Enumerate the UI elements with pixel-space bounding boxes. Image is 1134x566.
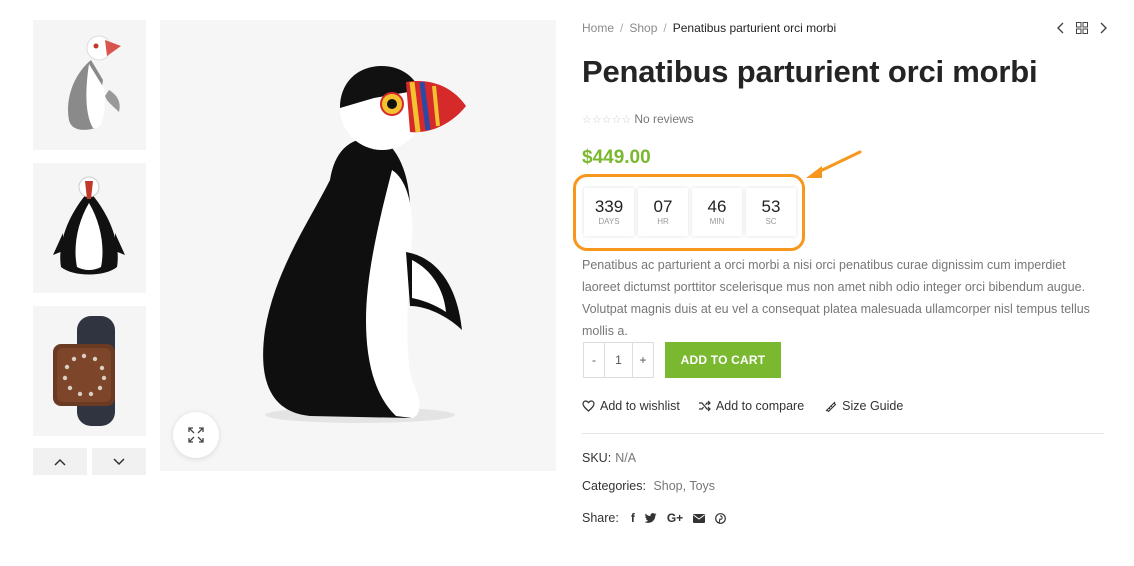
countdown-seconds-value: 53 xyxy=(761,197,781,216)
countdown-days-label: DAYS xyxy=(598,217,620,226)
product-sku: SKU: N/A xyxy=(582,451,636,465)
countdown-days: 339 DAYS xyxy=(584,188,634,236)
chevron-down-icon xyxy=(113,457,125,465)
expand-icon xyxy=(188,427,204,443)
ruler-icon xyxy=(825,401,837,412)
countdown-hours-label: HR xyxy=(657,217,669,226)
back-to-shop-button[interactable] xyxy=(1074,20,1090,36)
annotation-arrow-icon xyxy=(806,150,862,178)
facebook-icon[interactable]: f xyxy=(631,511,635,525)
share-label: Share: xyxy=(582,511,619,525)
breadcrumb-separator: / xyxy=(620,21,624,35)
thumbnail-image-puffin-gray xyxy=(33,20,146,150)
size-guide-label: Size Guide xyxy=(842,399,904,413)
breadcrumb-shop[interactable]: Shop xyxy=(629,21,657,35)
countdown-hours-value: 07 xyxy=(653,197,673,216)
thumbnail-prev-button[interactable] xyxy=(33,448,87,475)
divider xyxy=(582,433,1104,434)
countdown-minutes-value: 46 xyxy=(707,197,727,216)
countdown-seconds-label: SC xyxy=(765,217,777,226)
previous-product-button[interactable] xyxy=(1052,20,1068,36)
sale-countdown-timer: 339 DAYS 07 HR 46 MIN 53 SC xyxy=(584,188,796,236)
chevron-right-icon xyxy=(1100,22,1107,34)
quantity-input[interactable]: 1 xyxy=(604,343,633,377)
product-description: Penatibus ac parturient a orci morbi a n… xyxy=(582,258,1090,338)
reviews-count[interactable]: No reviews xyxy=(634,112,693,126)
thumbnail-next-button[interactable] xyxy=(92,448,146,475)
category-link-toys[interactable]: Toys xyxy=(689,479,715,493)
sku-value: N/A xyxy=(615,451,637,465)
next-product-button[interactable] xyxy=(1096,20,1112,36)
product-rating: ☆☆☆☆☆ No reviews xyxy=(582,112,694,126)
chevron-up-icon xyxy=(54,458,66,466)
grid-icon xyxy=(1076,22,1088,34)
main-product-image[interactable] xyxy=(160,20,556,471)
share-section: Share: f G+ xyxy=(582,511,727,525)
chevron-left-icon xyxy=(1057,22,1064,34)
countdown-minutes-label: MIN xyxy=(709,217,725,226)
countdown-seconds: 53 SC xyxy=(746,188,796,236)
compare-label: Add to compare xyxy=(715,399,805,413)
size-guide-link[interactable]: Size Guide xyxy=(824,399,903,413)
thumbnail-1[interactable] xyxy=(33,20,146,150)
breadcrumb-separator: / xyxy=(663,21,667,35)
category-separator: , xyxy=(682,479,687,493)
thumbnail-image-puffin-front xyxy=(33,163,146,293)
puffin-figure-image xyxy=(263,66,466,423)
countdown-hours: 07 HR xyxy=(638,188,688,236)
quantity-stepper: - 1 + xyxy=(583,342,654,378)
product-title: Penatibus parturient orci morbi xyxy=(582,54,1038,89)
thumbnail-2[interactable] xyxy=(33,163,146,293)
wishlist-label: Add to wishlist xyxy=(600,399,680,413)
quantity-decrease-button[interactable]: - xyxy=(584,343,604,377)
shuffle-icon xyxy=(698,400,711,412)
categories-label: Categories: xyxy=(582,479,646,493)
sku-label: SKU: xyxy=(582,451,612,465)
category-link-shop[interactable]: Shop xyxy=(653,479,682,493)
add-to-compare-link[interactable]: Add to compare xyxy=(698,399,804,413)
countdown-minutes: 46 MIN xyxy=(692,188,742,236)
zoom-button[interactable] xyxy=(173,412,219,458)
twitter-icon[interactable] xyxy=(644,513,657,523)
breadcrumb-home[interactable]: Home xyxy=(582,21,614,35)
breadcrumb: Home / Shop / Penatibus parturient orci … xyxy=(582,21,836,35)
add-to-cart-button[interactable]: ADD TO CART xyxy=(665,342,781,378)
google-plus-icon[interactable]: G+ xyxy=(667,511,683,525)
product-actions: Add to wishlist Add to compare Size Guid… xyxy=(582,399,903,413)
product-categories: Categories: Shop, Toys xyxy=(582,479,715,493)
product-price: $449.00 xyxy=(582,147,651,168)
add-to-wishlist-link[interactable]: Add to wishlist xyxy=(582,399,680,413)
thumbnail-image-watch xyxy=(33,306,146,436)
heart-icon xyxy=(582,400,595,412)
quantity-increase-button[interactable]: + xyxy=(633,343,653,377)
pinterest-icon[interactable] xyxy=(715,512,727,524)
product-navigation xyxy=(1052,20,1112,36)
star-rating-icon: ☆☆☆☆☆ xyxy=(582,113,632,126)
countdown-days-value: 339 xyxy=(594,197,624,216)
share-icons: f G+ xyxy=(631,511,727,525)
mail-icon[interactable] xyxy=(693,513,706,523)
breadcrumb-current: Penatibus parturient orci morbi xyxy=(672,21,837,35)
thumbnail-3[interactable] xyxy=(33,306,146,436)
